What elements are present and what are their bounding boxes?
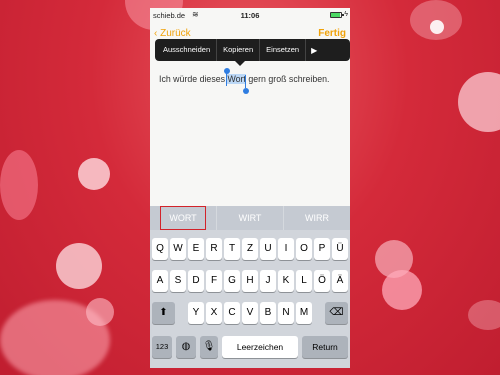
key-row-4: 123 ◍ 🎙 Leerzeichen Return bbox=[150, 336, 350, 358]
keyboard: Q W E R T Z U I O P Ü A S D F G H J K L … bbox=[150, 230, 350, 368]
bokeh-light bbox=[78, 158, 110, 190]
phone-screen: schieb.de ≋ 11:06 ϟ ‹ Zurück Fertig Auss… bbox=[150, 8, 350, 368]
selection[interactable]: Wort bbox=[224, 68, 249, 94]
bokeh-light bbox=[382, 270, 422, 310]
key-v[interactable]: V bbox=[242, 302, 258, 324]
bokeh-light bbox=[430, 20, 444, 34]
key-p[interactable]: P bbox=[314, 238, 330, 260]
charging-icon: ϟ bbox=[344, 11, 348, 18]
menu-pointer bbox=[235, 61, 245, 66]
text-editor[interactable]: Ich würde dieses Wort gern groß schreibe… bbox=[159, 68, 344, 94]
bokeh-light bbox=[410, 0, 462, 40]
key-f[interactable]: F bbox=[206, 270, 222, 292]
key-b[interactable]: B bbox=[260, 302, 276, 324]
key-k[interactable]: K bbox=[278, 270, 294, 292]
delete-key[interactable]: ⌫ bbox=[325, 302, 348, 324]
key-ae[interactable]: Ä bbox=[332, 270, 348, 292]
key-o[interactable]: O bbox=[296, 238, 312, 260]
key-l[interactable]: L bbox=[296, 270, 312, 292]
key-n[interactable]: N bbox=[278, 302, 294, 324]
back-label: Zurück bbox=[160, 28, 191, 39]
globe-icon[interactable]: ◍ bbox=[176, 336, 196, 358]
status-bar: schieb.de ≋ 11:06 ϟ bbox=[150, 8, 350, 24]
bokeh-light bbox=[56, 243, 102, 289]
selected-word: Wort bbox=[227, 74, 246, 84]
menu-cut[interactable]: Ausschneiden bbox=[155, 39, 218, 61]
key-h[interactable]: H bbox=[242, 270, 258, 292]
space-key[interactable]: Leerzeichen bbox=[222, 336, 298, 358]
numbers-key[interactable]: 123 bbox=[152, 336, 172, 358]
edit-menu: Ausschneiden Kopieren Einsetzen ▶ bbox=[155, 39, 350, 66]
bokeh-light bbox=[375, 240, 413, 278]
text-before: Ich würde dieses bbox=[159, 74, 228, 84]
bokeh-light bbox=[0, 300, 110, 375]
microphone-icon[interactable]: 🎙 bbox=[200, 336, 218, 358]
key-row-2: A S D F G H J K L Ö Ä bbox=[150, 270, 350, 292]
key-e[interactable]: E bbox=[188, 238, 204, 260]
key-row-1: Q W E R T Z U I O P Ü bbox=[150, 238, 350, 260]
suggestion-bar: WORT WIRT WIRR bbox=[150, 206, 350, 230]
key-a[interactable]: A bbox=[152, 270, 168, 292]
suggestion-3[interactable]: WIRR bbox=[284, 206, 350, 230]
battery-icon bbox=[330, 12, 344, 18]
key-g[interactable]: G bbox=[224, 270, 240, 292]
key-s[interactable]: S bbox=[170, 270, 186, 292]
shift-key[interactable]: ⬆ bbox=[152, 302, 175, 324]
key-u[interactable]: U bbox=[260, 238, 276, 260]
clock: 11:06 bbox=[240, 11, 260, 20]
key-j[interactable]: J bbox=[260, 270, 276, 292]
key-y[interactable]: Y bbox=[188, 302, 204, 324]
key-z[interactable]: Z bbox=[242, 238, 258, 260]
key-r[interactable]: R bbox=[206, 238, 222, 260]
menu-copy[interactable]: Kopieren bbox=[217, 39, 261, 61]
key-d[interactable]: D bbox=[188, 270, 204, 292]
key-w[interactable]: W bbox=[170, 238, 186, 260]
menu-paste[interactable]: Einsetzen bbox=[260, 39, 307, 61]
key-c[interactable]: C bbox=[224, 302, 240, 324]
key-q[interactable]: Q bbox=[152, 238, 168, 260]
selection-end-handle[interactable] bbox=[242, 75, 249, 94]
bokeh-light bbox=[86, 298, 114, 326]
key-ue[interactable]: Ü bbox=[332, 238, 348, 260]
bokeh-light bbox=[458, 72, 500, 132]
text-after: gern groß schreiben. bbox=[245, 74, 330, 84]
key-i[interactable]: I bbox=[278, 238, 294, 260]
return-key[interactable]: Return bbox=[302, 336, 348, 358]
key-oe[interactable]: Ö bbox=[314, 270, 330, 292]
key-x[interactable]: X bbox=[206, 302, 222, 324]
key-row-3: ⬆ Y X C V B N M ⌫ bbox=[150, 302, 350, 324]
key-t[interactable]: T bbox=[224, 238, 240, 260]
done-button[interactable]: Fertig bbox=[318, 28, 346, 39]
bokeh-light bbox=[0, 150, 38, 220]
bokeh-light bbox=[468, 300, 500, 330]
back-button[interactable]: ‹ Zurück bbox=[154, 28, 191, 39]
suggestion-1[interactable]: WORT bbox=[150, 206, 217, 230]
highlight-box bbox=[160, 206, 206, 230]
key-m[interactable]: M bbox=[296, 302, 312, 324]
suggestion-2[interactable]: WIRT bbox=[217, 206, 284, 230]
menu-more-icon[interactable]: ▶ bbox=[306, 46, 322, 55]
